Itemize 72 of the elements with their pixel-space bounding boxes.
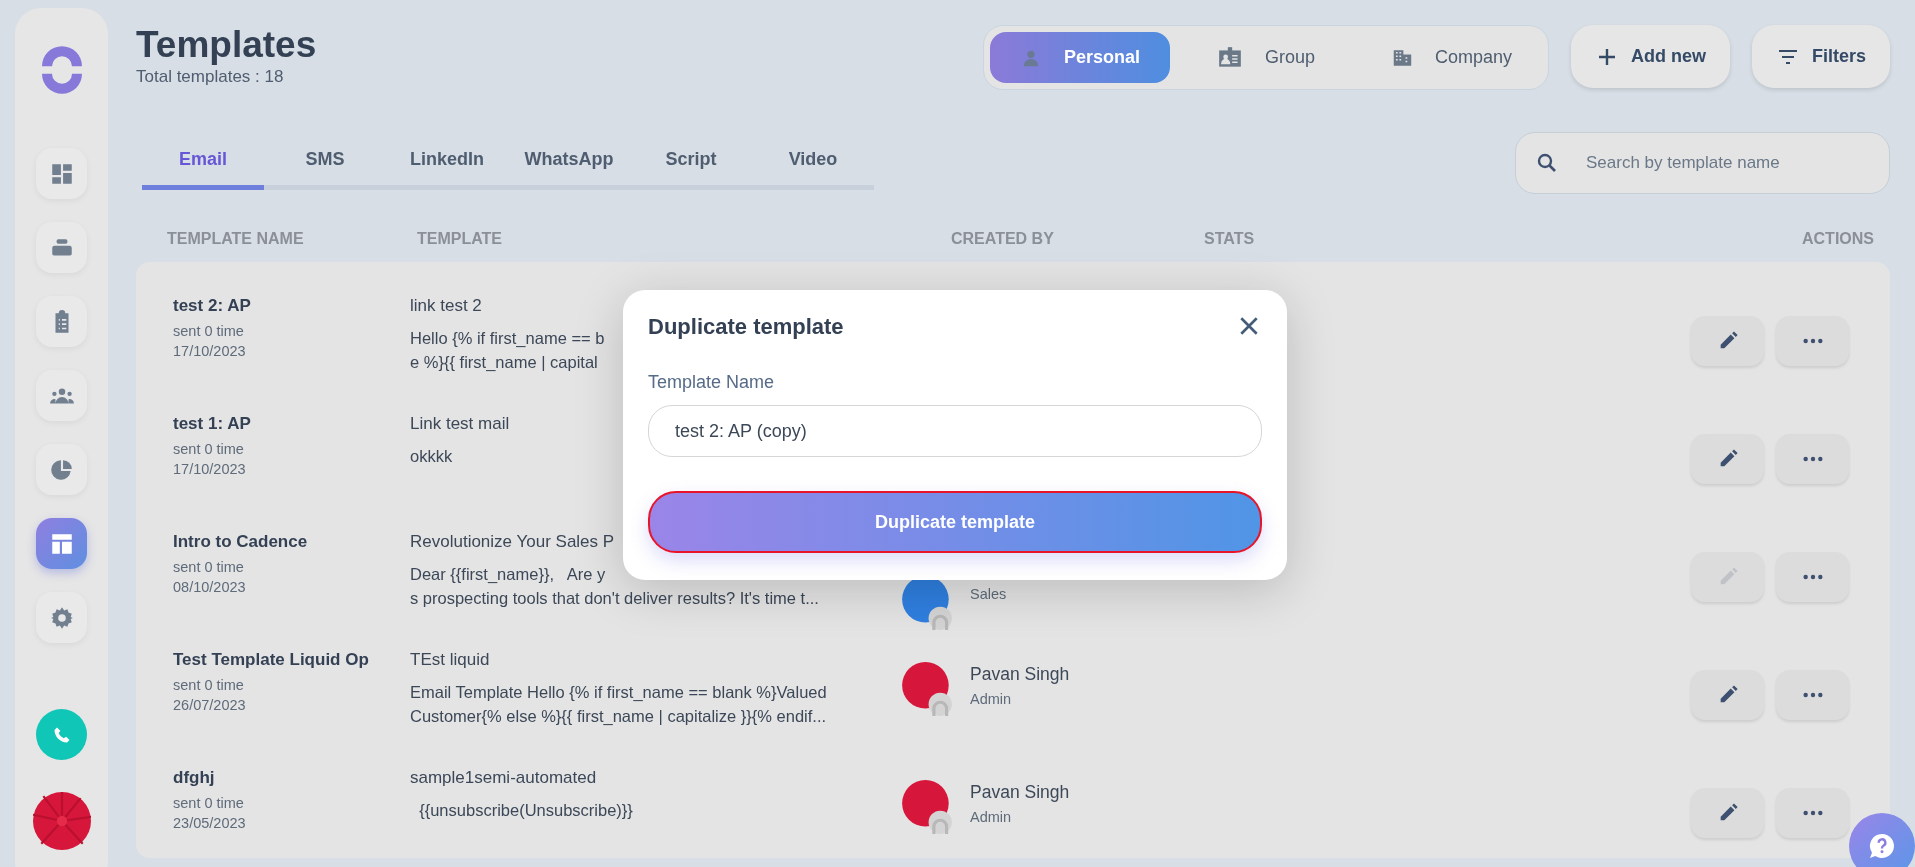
help-button[interactable] (1849, 813, 1915, 867)
more-icon (1801, 810, 1824, 816)
filters-button[interactable]: Filters (1751, 25, 1890, 88)
close-icon (1238, 315, 1260, 337)
template-subject: Link test mail (410, 414, 510, 434)
sidebar-item[interactable] (36, 222, 87, 273)
edit-button[interactable] (1691, 434, 1764, 484)
template-subject: TEst liquid (410, 650, 490, 670)
channel-tab[interactable]: Email (142, 148, 264, 190)
scope-tab[interactable]: Personal (989, 32, 1170, 83)
column-header: STATS (1204, 230, 1256, 249)
template-subject: sample1semi-automated (410, 768, 597, 788)
creator-role: Admin (970, 809, 1013, 825)
call-button[interactable] (36, 709, 87, 760)
template-date: 08/10/2023 (173, 579, 247, 595)
edit-button[interactable] (1691, 788, 1764, 838)
channel-tab[interactable]: SMS (264, 148, 386, 190)
scope-tab[interactable]: Company (1361, 32, 1542, 83)
scope-tab[interactable]: Group (1175, 32, 1356, 83)
sent-count: sent 0 time (173, 441, 245, 457)
template-date: 26/07/2023 (173, 697, 247, 713)
creator-role: Admin (970, 691, 1013, 707)
column-header: ACTIONS (1802, 230, 1874, 249)
sent-count: sent 0 time (173, 323, 245, 339)
dialog-title: Duplicate template (648, 314, 844, 340)
add-new-button[interactable]: Add new (1570, 25, 1730, 88)
sent-count: sent 0 time (173, 795, 245, 811)
template-preview: Email Template Hello {% if first_name == blank %}Valued Customer{% else %}{{ first_name | capitalize }}{% endif... (410, 682, 827, 727)
edit-button[interactable] (1691, 316, 1764, 366)
template-preview: okkkk (410, 446, 453, 467)
more-icon (1801, 456, 1824, 462)
column-header: CREATED BY (951, 230, 1055, 249)
duplicate-button[interactable]: Duplicate template (648, 491, 1262, 553)
template-name: dfghj (173, 768, 216, 788)
template-subject: link test 2 (410, 296, 482, 316)
sidebar-item[interactable] (36, 296, 87, 347)
template-date: 23/05/2023 (173, 815, 247, 831)
template-name-field[interactable]: test 2: AP (copy) (648, 405, 1262, 457)
sent-count: sent 0 time (173, 559, 245, 575)
sent-count: sent 0 time (173, 677, 245, 693)
edit-button[interactable] (1691, 670, 1764, 720)
template-subject: Revolutionize Your Sales P (410, 532, 615, 552)
column-header: TEMPLATE (417, 230, 504, 249)
channel-tab[interactable]: LinkedIn (386, 148, 508, 190)
more-icon (1801, 692, 1824, 698)
channel-tab[interactable]: Video (752, 148, 874, 190)
creator-role: Sales (970, 586, 1007, 602)
search-field[interactable]: Search by template name (1515, 132, 1890, 194)
channel-tab[interactable]: WhatsApp (508, 148, 630, 190)
template-name: test 1: AP (173, 414, 252, 434)
template-name: test 2: AP (173, 296, 252, 316)
sidebar-item[interactable] (36, 370, 87, 421)
creator-name: Pavan Singh (970, 664, 1070, 685)
more-icon (1801, 574, 1824, 580)
channel-tab[interactable]: Script (630, 148, 752, 190)
page-title: Templates (136, 23, 317, 67)
sidebar-item[interactable] (36, 444, 87, 495)
column-header: TEMPLATE NAME (167, 230, 305, 249)
template-preview: Hello {% if first_name == b e %}{{ first_name | capital (410, 328, 605, 373)
template-count: Total templates : 18 (136, 67, 285, 87)
template-date: 17/10/2023 (173, 343, 247, 359)
field-label: Template Name (648, 372, 776, 393)
sidebar-item[interactable] (36, 148, 87, 199)
more-icon (1801, 338, 1824, 344)
creator-name: Pavan Singh (970, 782, 1070, 803)
template-name: Intro to Cadence (173, 532, 309, 552)
template-date: 17/10/2023 (173, 461, 247, 477)
sidebar-item[interactable] (36, 592, 87, 643)
template-preview: Dear {{first_name}}, Are y s prospecting tools that don't deliver results? It's time t... (410, 564, 819, 609)
template-preview: {{unsubscribe(Unsubscribe)}} (418, 800, 633, 821)
sidebar-item[interactable] (36, 518, 87, 569)
template-name: Test Template Liquid Op (173, 650, 370, 670)
